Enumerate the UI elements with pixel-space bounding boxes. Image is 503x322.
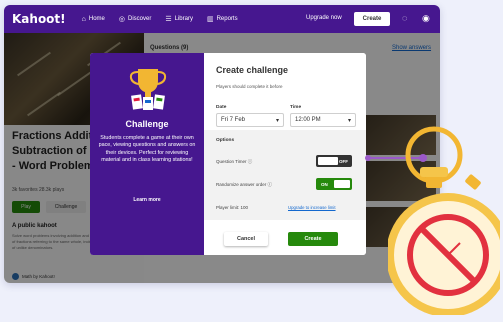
date-value: Fri 7 Feb [221,117,246,123]
toggle-state: OFF [339,158,348,164]
nav-item-discover[interactable]: ◎ Discover [119,15,151,23]
cancel-button[interactable]: Cancel [224,232,268,246]
top-navigation-bar: Kahoot! ⌂ Home ◎ Discover ☰ Library ▥ Re… [4,5,440,33]
challenge-title: Challenge [125,119,169,129]
challenge-info-panel: Challenge Students complete a game at th… [90,53,204,255]
date-select[interactable]: Fri 7 Feb ▾ [216,113,284,127]
library-icon: ☰ [165,16,172,23]
chevron-down-icon: ▾ [347,118,351,124]
toggle-knob [318,157,338,165]
nav-item-home[interactable]: ⌂ Home [82,16,105,23]
time-label: Time [290,105,302,110]
challenge-description: Students complete a game at their own pa… [98,135,196,164]
toggle-knob [334,180,350,188]
nav-item-label: Reports [216,16,238,22]
options-label: Options [216,138,235,143]
kahoot-logo[interactable]: Kahoot! [12,12,66,26]
nav-item-label: Discover [128,16,152,22]
date-label: Date [216,105,227,110]
stopwatch-no-timer-icon [388,126,500,315]
dialog-title: Create challenge [216,65,289,75]
time-value: 12:00 PM [295,117,321,123]
nav-item-reports[interactable]: ▥ Reports [207,15,238,23]
user-avatar-icon[interactable]: ◉ [422,13,430,24]
dialog-subtitle: Players should complete it before [216,84,283,89]
question-timer-label: Question Timer ⓘ [216,159,253,164]
chevron-down-icon: ▾ [275,118,279,124]
compass-icon: ◎ [118,16,125,23]
randomize-label: Randomize answer order ⓘ [216,182,273,187]
upgrade-link[interactable]: Upgrade now [306,15,342,21]
create-challenge-button[interactable]: Create [288,232,338,246]
player-limit: Player limit: 100 [216,205,249,210]
upgrade-limit-link[interactable]: Upgrade to increase limit [288,205,336,210]
create-challenge-dialog: Challenge Students complete a game at th… [90,53,366,255]
question-timer-toggle[interactable]: OFF [316,155,352,167]
nav-item-label: Home [88,16,105,22]
create-button[interactable]: Create [354,12,390,26]
kahoot-app-window: Kahoot! ⌂ Home ◎ Discover ☰ Library ▥ Re… [4,5,440,283]
time-select[interactable]: 12:00 PM ▾ [290,113,356,127]
toggle-state: ON [321,181,328,187]
home-icon: ⌂ [81,15,86,23]
learn-more-link[interactable]: Learn more [90,197,204,203]
nav-item-label: Library [174,16,193,22]
options-section: Options Question Timer ⓘ OFF Randomize a… [204,130,366,220]
challenge-form: Create challenge Players should complete… [204,53,366,255]
randomize-toggle[interactable]: ON [316,178,352,190]
bell-icon[interactable]: ◌ [402,13,407,23]
nav-item-library[interactable]: ☰ Library [165,15,193,23]
reports-icon: ▥ [206,16,214,23]
trophy-icon [129,69,167,110]
